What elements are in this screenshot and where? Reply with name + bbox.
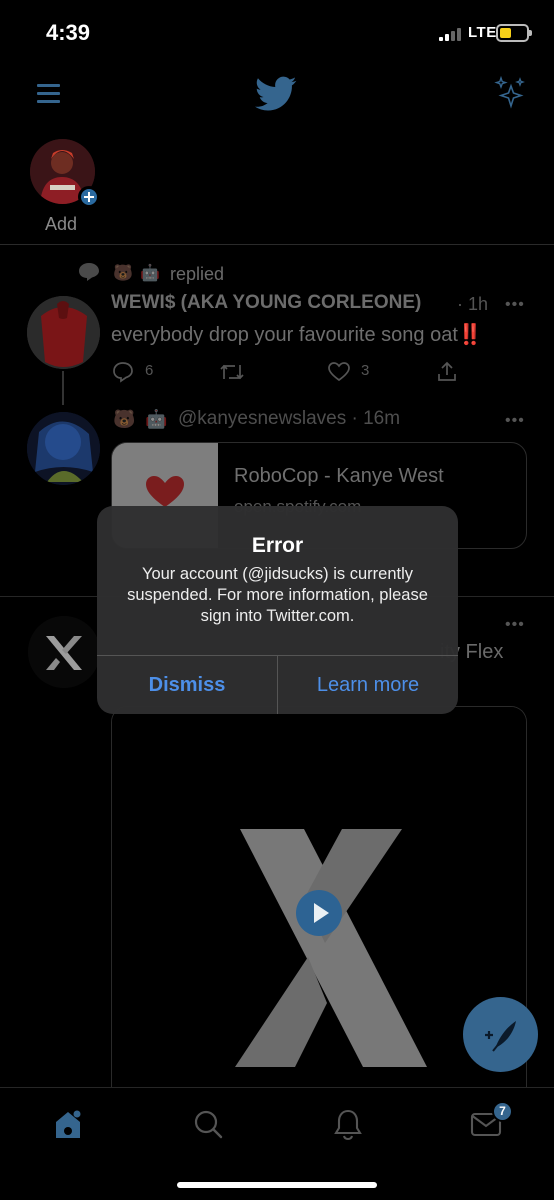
like-icon[interactable] — [327, 360, 351, 384]
hamburger-icon[interactable] — [37, 84, 60, 103]
error-alert: Error Your account (@jidsucks) is curren… — [97, 506, 458, 714]
cellular-signal-icon — [439, 27, 465, 41]
play-icon[interactable] — [296, 890, 342, 936]
reply-count: 6 — [145, 362, 154, 379]
tweet-body: everybody drop your favourite song oat‼️ — [111, 322, 483, 347]
search-icon[interactable] — [190, 1106, 226, 1142]
tweet-body-text: everybody drop your favourite song oat — [111, 324, 458, 346]
alert-message: Your account (@jidsucks) is currently su… — [127, 565, 428, 625]
context-text: replied — [170, 264, 225, 284]
author-emoji-2: 🤖 — [145, 409, 168, 429]
alert-title: Error — [251, 534, 304, 557]
more-options-icon[interactable]: ••• — [505, 296, 525, 314]
author-emoji-1: 🐻 — [113, 409, 136, 429]
network-type: LTE — [468, 24, 497, 41]
like-count: 3 — [361, 362, 370, 379]
messages-badge: 7 — [492, 1101, 513, 1122]
avatar[interactable] — [28, 616, 100, 688]
battery-icon — [496, 24, 532, 42]
more-options-icon[interactable]: ••• — [505, 412, 525, 430]
tweet-time: · 1h — [457, 294, 489, 314]
app-header — [0, 62, 554, 132]
add-fleet-plus-icon[interactable] — [78, 186, 100, 208]
card-title: RoboCop - Kanye West — [234, 465, 444, 487]
tweet-author-handle[interactable]: @kanyesnewslaves · 16m — [178, 408, 400, 430]
thread-line — [62, 371, 64, 405]
share-icon[interactable] — [435, 360, 459, 384]
context-emoji-1: 🐻 — [113, 265, 133, 282]
dismiss-button[interactable]: Dismiss — [97, 656, 277, 714]
fleets-row: Add — [0, 132, 554, 245]
compose-tweet-button[interactable] — [463, 997, 538, 1072]
reply-bubble-icon — [79, 263, 99, 281]
retweet-icon[interactable] — [219, 360, 245, 384]
home-indicator[interactable] — [177, 1182, 377, 1188]
status-bar: 4:39 LTE — [0, 0, 554, 62]
learn-more-button[interactable]: Learn more — [278, 656, 458, 714]
sparkle-icon[interactable] — [494, 76, 526, 110]
more-options-icon[interactable]: ••• — [505, 616, 525, 634]
notifications-icon[interactable] — [330, 1106, 366, 1142]
home-icon[interactable] — [50, 1106, 86, 1142]
double-exclamation-emoji: ‼️ — [457, 324, 483, 346]
fleet-add-label: Add — [45, 214, 78, 234]
compose-feather-icon — [485, 1021, 516, 1052]
avatar[interactable] — [27, 296, 100, 369]
tweet-time: · 16m — [351, 408, 401, 429]
handle-text: @kanyesnewslaves — [178, 408, 347, 429]
reply-icon[interactable] — [111, 360, 135, 384]
tweet-actions: 6 3 — [111, 360, 471, 384]
context-emoji-2: 🤖 — [140, 265, 160, 282]
tweet-author-name[interactable]: WEWI$ (AKA YOUNG CORLEONE) — [111, 292, 421, 314]
twitter-bird-icon — [255, 76, 297, 111]
status-time: 4:39 — [46, 20, 91, 45]
avatar[interactable] — [27, 412, 100, 485]
